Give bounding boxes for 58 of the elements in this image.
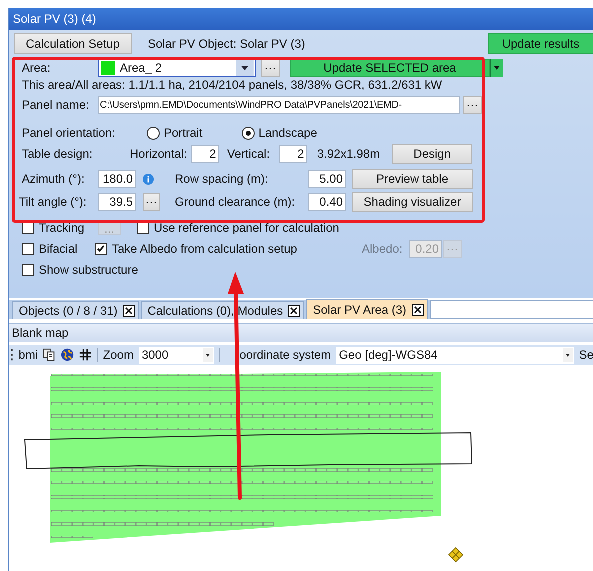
panel-name-field[interactable]: C:\Users\pmn.EMD\Documents\WindPRO Data\PVPanels\2021\EMD-: [98, 96, 460, 114]
design-button[interactable]: Design: [392, 144, 472, 164]
row-spacing-field[interactable]: 5.00: [308, 170, 346, 188]
zoom-dropdown[interactable]: 3000: [138, 346, 214, 364]
globe-icon[interactable]: [61, 348, 74, 362]
grid-icon[interactable]: [79, 348, 92, 362]
azimuth-field[interactable]: 180.0: [98, 170, 136, 188]
row-spacing-label: Row spacing (m):: [175, 172, 270, 186]
more-button[interactable]: ···: [261, 59, 280, 77]
coordinate-system-label: oordinate system: [240, 348, 332, 362]
ground-clearance-label: Ground clearance (m):: [175, 195, 296, 209]
close-icon[interactable]: [288, 304, 300, 317]
update-results-button[interactable]: Update results: [488, 33, 593, 54]
horizontal-field[interactable]: 2: [191, 145, 220, 163]
tab[interactable]: Calculations (0), Modules: [140, 301, 304, 320]
more-button[interactable]: ···: [463, 96, 482, 114]
object-label: Solar PV Object: Solar PV (3): [148, 36, 306, 50]
area-summary: This area/All areas: 1.1/1.1 ha, 2104/2104 panels, 38/38% GCR, 631.2/631 kW: [22, 78, 442, 92]
orientation-label: Panel orientation:: [22, 126, 116, 140]
close-icon[interactable]: [412, 304, 424, 316]
zoom-label: Zoom: [103, 348, 134, 362]
albedo-label: Albedo:: [362, 242, 404, 256]
more-button[interactable]: ···: [143, 193, 160, 211]
coordinate-system-dropdown[interactable]: Geo [deg]-WGS84: [336, 346, 574, 364]
horizontal-label: Horizontal:: [130, 147, 188, 161]
tab[interactable]: Objects (0 / 8 / 31): [12, 301, 139, 320]
area-dropdown[interactable]: Area_ 2: [98, 59, 256, 77]
info-icon[interactable]: [143, 174, 154, 184]
update-selected-area-button[interactable]: Update SELECTED area: [290, 59, 490, 77]
tilt-angle-field[interactable]: 39.5: [98, 193, 136, 211]
ground-clearance-field[interactable]: 0.40: [308, 193, 346, 211]
tab[interactable]: Solar PV Area (3): [306, 299, 428, 320]
table-size: 3.92x1.98m: [317, 147, 382, 161]
calculation-setup-button[interactable]: Calculation Setup: [14, 33, 132, 54]
window-title: Solar PV (3) (4): [9, 8, 593, 30]
vertical-label: Vertical:: [227, 147, 272, 161]
close-icon[interactable]: [122, 304, 135, 317]
orientation-radio[interactable]: Landscape: [242, 126, 318, 140]
albedo-setup-checkbox[interactable]: Take Albedo from calculation setup: [95, 242, 362, 256]
dropdown-arrow-icon[interactable]: [490, 59, 503, 77]
tracking-checkbox[interactable]: Tracking: [22, 220, 98, 234]
bifacial-checkbox[interactable]: Bifacial: [22, 242, 98, 256]
copy-icon[interactable]: [43, 348, 56, 362]
preview-table-button[interactable]: Preview table: [352, 169, 473, 189]
map-title: Blank map: [9, 323, 593, 342]
grip-icon[interactable]: [11, 348, 14, 362]
azimuth-label: Azimuth (°):: [22, 172, 86, 186]
bmi-label[interactable]: bmi: [18, 348, 38, 362]
orientation-radio[interactable]: Portrait: [147, 126, 203, 140]
shading-visualizer-button[interactable]: Shading visualizer: [352, 192, 473, 212]
checkmark-icon: [96, 244, 106, 254]
panel-name-label: Panel name:: [22, 98, 90, 112]
reference-panel-checkbox[interactable]: Use reference panel for calculation: [137, 220, 340, 234]
area-label: Area:: [22, 61, 52, 75]
vertical-field[interactable]: 2: [279, 145, 308, 163]
tilt-angle-label: Tilt angle (°):: [19, 195, 88, 209]
show-substructure-checkbox[interactable]: Show substructure: [22, 262, 138, 276]
table-design-label: Table design:: [22, 147, 94, 161]
